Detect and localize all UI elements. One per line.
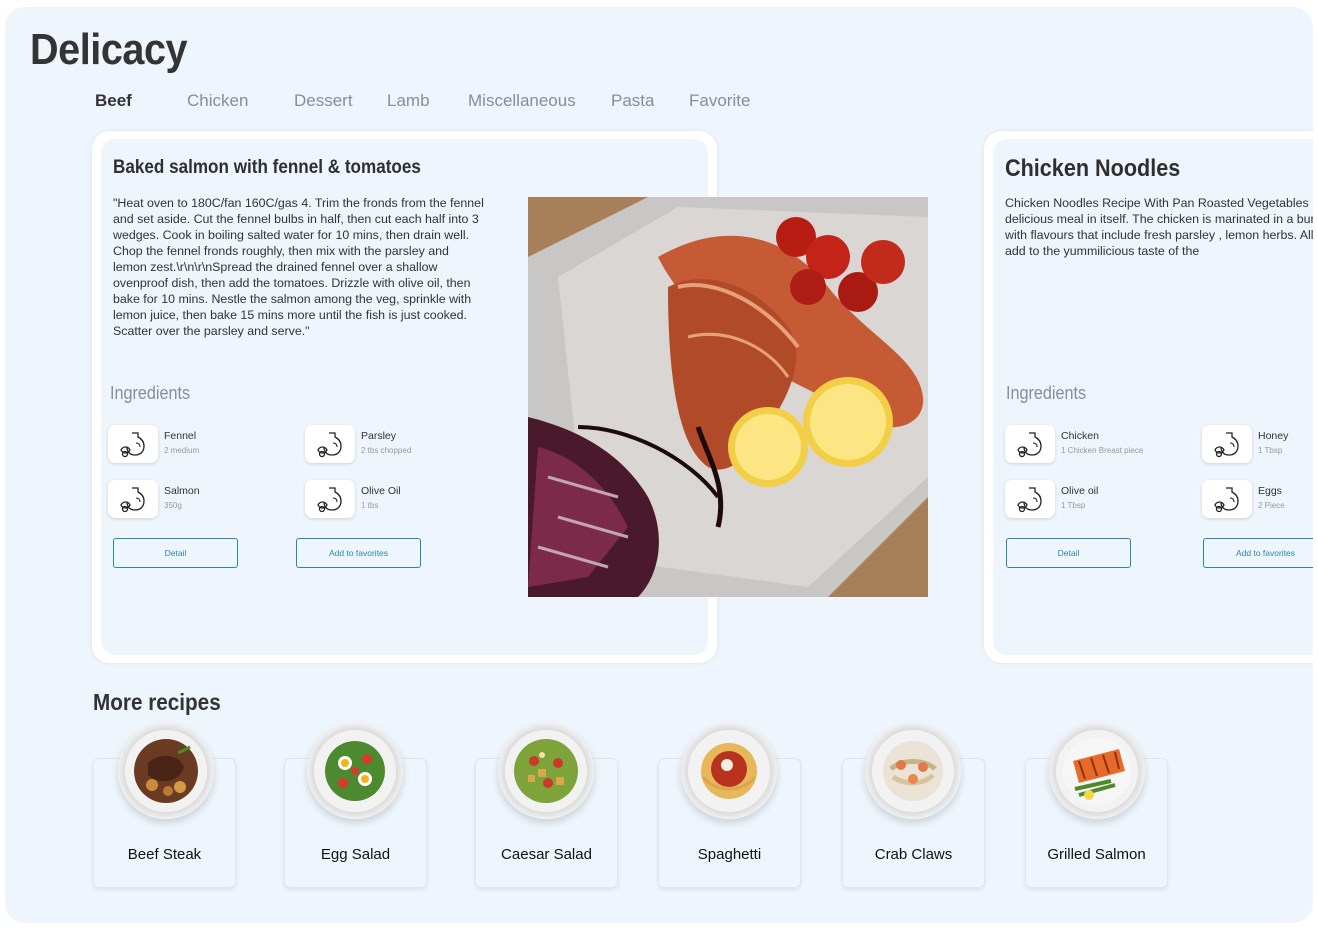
add-to-favorites-button[interactable]: Add to favorites: [1203, 538, 1313, 568]
recipe-card-label: Egg Salad: [320, 846, 391, 863]
ingredient-name: Salmon: [164, 485, 200, 497]
ingredient-bottle-icon: [1005, 425, 1055, 463]
ingredient-bottle-icon: [1202, 480, 1252, 518]
tab-chicken[interactable]: Chicken: [187, 91, 248, 111]
add-to-favorites-button[interactable]: Add to favorites: [296, 538, 421, 568]
ingredient-bottle-icon: [108, 425, 158, 463]
more-recipes-heading: More recipes: [93, 689, 221, 715]
ingredient-amount: 2 tbs chopped: [361, 446, 412, 455]
ingredient-bottle-icon: [305, 480, 355, 518]
ingredient-name: Parsley: [361, 430, 397, 442]
tab-lamb[interactable]: Lamb: [387, 91, 430, 111]
featured-recipe-image: [528, 197, 928, 597]
ingredient-amount: 350g: [164, 501, 182, 510]
ingredient-name: Chicken: [1061, 430, 1099, 442]
ingredient-name: Olive Oil: [361, 485, 401, 497]
ingredient-item: Parsley 2 tbs chopped: [305, 425, 495, 465]
featured-recipe-description: "Heat oven to 180C/fan 160C/gas 4. Trim …: [113, 196, 484, 338]
ingredient-name: Fennel: [164, 430, 197, 442]
ingredient-item: Olive Oil 1 tbs: [305, 480, 495, 520]
caesar-salad-image: [498, 723, 594, 819]
grilled-salmon-image: [1049, 723, 1145, 819]
tab-beef[interactable]: Beef: [95, 91, 132, 111]
ingredient-amount: 1 Tbsp: [1061, 501, 1086, 510]
tab-favorite[interactable]: Favorite: [689, 91, 750, 111]
recipe-card-label: Crab Claws: [874, 846, 953, 863]
app-window: Delicacy Beef Chicken Dessert Lamb Misce…: [5, 7, 1313, 923]
recipe-card-label: Spaghetti: [697, 846, 762, 863]
ingredient-name: Honey: [1258, 430, 1289, 442]
second-card-body: Chicken Noodles Chicken Noodles Recipe W…: [993, 139, 1313, 655]
egg-salad-image: [307, 723, 403, 819]
tab-dessert[interactable]: Dessert: [294, 91, 353, 111]
ingredient-amount: 1 Chicken Breast piece: [1061, 446, 1144, 455]
ingredient-item: Chicken 1 Chicken Breast piece: [1005, 425, 1195, 465]
ingredient-name: Olive oil: [1061, 485, 1099, 497]
crab-claws-image: [865, 723, 961, 819]
ingredient-item: Fennel 2 medium: [108, 425, 298, 465]
beef-steak-image: [118, 723, 214, 819]
detail-button[interactable]: Detail: [1006, 538, 1131, 568]
ingredient-amount: 2 medium: [164, 446, 200, 455]
ingredient-bottle-icon: [1202, 425, 1252, 463]
second-recipe-card: Chicken Noodles Chicken Noodles Recipe W…: [984, 131, 1313, 663]
tab-pasta[interactable]: Pasta: [611, 91, 654, 111]
recipe-card-label: Caesar Salad: [501, 846, 592, 863]
ingredient-item: Honey 1 Tbsp: [1202, 425, 1313, 465]
recipe-card-label: Grilled Salmon: [1047, 846, 1146, 863]
recipe-card-label: Beef Steak: [127, 846, 202, 863]
ingredients-heading: Ingredients: [110, 383, 191, 403]
ingredient-bottle-icon: [305, 425, 355, 463]
tab-miscellaneous[interactable]: Miscellaneous: [468, 91, 576, 111]
ingredient-amount: 2 Piece: [1258, 501, 1285, 510]
featured-recipe-title: Baked salmon with fennel & tomatoes: [113, 157, 421, 178]
ingredient-item: Salmon 350g: [108, 480, 298, 520]
second-recipe-title: Chicken Noodles: [1005, 155, 1181, 182]
ingredient-item: Olive oil 1 Tbsp: [1005, 480, 1195, 520]
ingredient-bottle-icon: [108, 480, 158, 518]
detail-button[interactable]: Detail: [113, 538, 238, 568]
ingredient-name: Eggs: [1258, 485, 1282, 497]
ingredient-item: Eggs 2 Piece: [1202, 480, 1313, 520]
ingredient-amount: 1 Tbsp: [1258, 446, 1283, 455]
ingredient-amount: 1 tbs: [361, 501, 379, 510]
app-title: Delicacy: [30, 25, 188, 74]
ingredients-heading: Ingredients: [1006, 383, 1087, 403]
ingredient-bottle-icon: [1005, 480, 1055, 518]
second-recipe-description: Chicken Noodles Recipe With Pan Roasted …: [1005, 196, 1313, 258]
spaghetti-image: [681, 723, 777, 819]
